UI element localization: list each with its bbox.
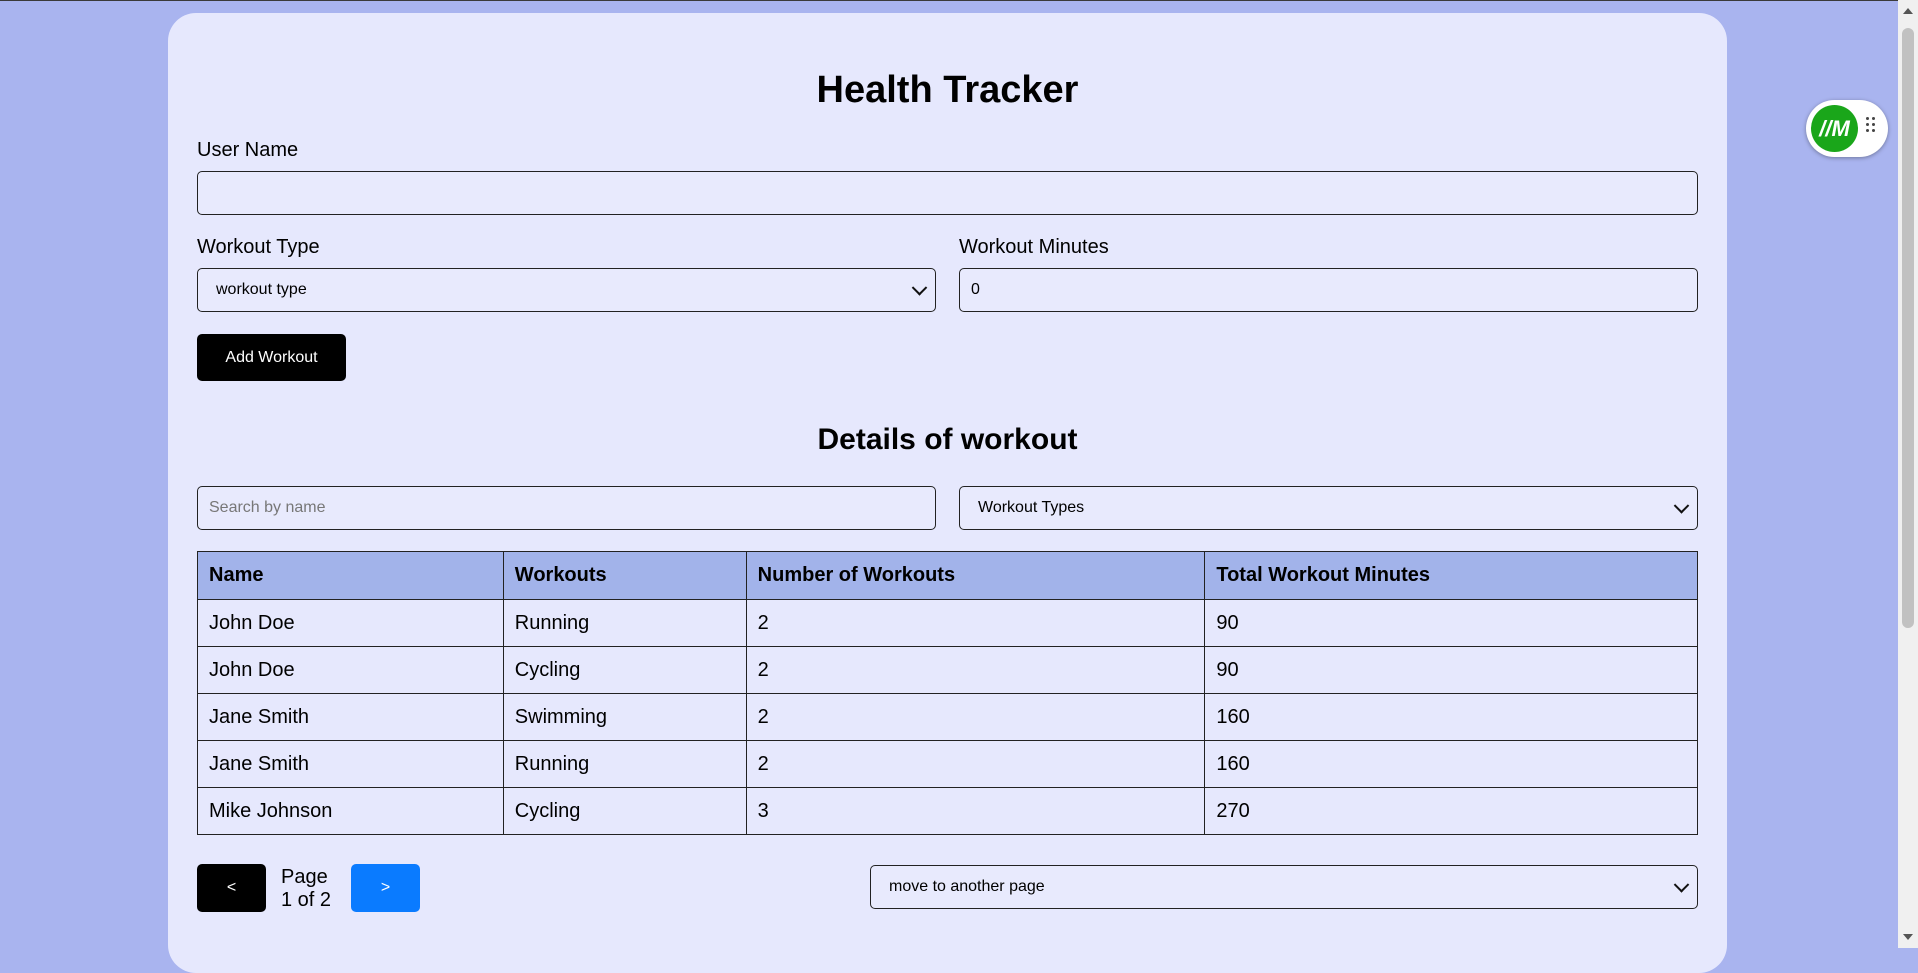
move-to-page-select[interactable]: move to another page: [870, 865, 1698, 909]
cell-workout: Cycling: [502, 646, 747, 694]
scrollbar-thumb[interactable]: [1902, 28, 1914, 628]
chevron-down-icon: [1673, 877, 1690, 893]
cell-count: 2: [745, 646, 1206, 694]
move-to-page-selected: move to another page: [889, 878, 1045, 895]
cell-minutes: 270: [1204, 787, 1698, 835]
search-input[interactable]: Search by name: [197, 486, 936, 530]
browser-top-border: [0, 0, 1918, 1]
cell-name: John Doe: [197, 646, 504, 694]
column-header-workouts: Workouts: [502, 551, 747, 600]
cell-minutes: 90: [1204, 599, 1698, 647]
table-row: Jane Smith Running 2 160: [197, 740, 1698, 788]
cell-count: 2: [745, 693, 1206, 741]
health-tracker-card: Health Tracker User Name Workout Type wo…: [168, 13, 1727, 973]
workout-types-filter-select[interactable]: Workout Types: [959, 486, 1698, 530]
cell-name: Jane Smith: [197, 693, 504, 741]
cell-minutes: 160: [1204, 693, 1698, 741]
cell-count: 3: [745, 787, 1206, 835]
search-placeholder: Search by name: [209, 499, 326, 516]
table-row: John Doe Running 2 90: [197, 599, 1698, 647]
column-header-name: Name: [197, 551, 504, 600]
details-title: Details of workout: [817, 423, 1078, 456]
workout-type-selected: workout type: [216, 281, 307, 298]
cell-name: Mike Johnson: [197, 787, 504, 835]
page-status: 1 of 2: [281, 889, 332, 911]
page-title: Health Tracker: [816, 69, 1079, 111]
cell-name: Jane Smith: [197, 740, 504, 788]
column-header-total-minutes: Total Workout Minutes: [1204, 551, 1698, 600]
workout-minutes-input[interactable]: 0: [959, 268, 1698, 312]
workout-minutes-label: Workout Minutes: [959, 236, 1109, 258]
user-name-label: User Name: [197, 139, 299, 161]
table-row: John Doe Cycling 2 90: [197, 646, 1698, 694]
cell-workout: Running: [502, 599, 747, 647]
page-word: Page: [281, 866, 328, 888]
workout-type-select[interactable]: workout type: [197, 268, 936, 312]
chevron-down-icon: [911, 280, 928, 296]
cell-workout: Cycling: [502, 787, 747, 835]
user-name-input[interactable]: [197, 171, 1698, 215]
chevron-down-icon: [1673, 498, 1690, 514]
cell-minutes: 160: [1204, 740, 1698, 788]
cell-workout: Swimming: [502, 693, 747, 741]
cell-count: 2: [745, 740, 1206, 788]
cell-minutes: 90: [1204, 646, 1698, 694]
workout-type-label: Workout Type: [197, 236, 320, 258]
page-scrollbar[interactable]: [1898, 0, 1918, 948]
next-page-button[interactable]: >: [351, 864, 420, 912]
cell-name: John Doe: [197, 599, 504, 647]
drag-grip-icon[interactable]: [1866, 117, 1878, 139]
table-row: Mike Johnson Cycling 3 270: [197, 787, 1698, 835]
extension-logo-icon[interactable]: //M: [1811, 105, 1858, 152]
previous-page-button[interactable]: <: [197, 864, 266, 912]
scroll-up-arrow-icon[interactable]: [1903, 8, 1913, 14]
table-row: Jane Smith Swimming 2 160: [197, 693, 1698, 741]
extension-widget[interactable]: //M: [1806, 100, 1888, 157]
column-header-number-of-workouts: Number of Workouts: [745, 551, 1206, 600]
cell-workout: Running: [502, 740, 747, 788]
scroll-down-arrow-icon[interactable]: [1903, 934, 1913, 940]
cell-count: 2: [745, 599, 1206, 647]
add-workout-button[interactable]: Add Workout: [197, 334, 346, 381]
page-indicator: Page 1 of 2: [281, 866, 331, 912]
workout-minutes-value: 0: [971, 281, 980, 298]
workout-types-filter-selected: Workout Types: [978, 499, 1085, 516]
table-header-row: Name Workouts Number of Workouts Total W…: [197, 551, 1698, 600]
workout-table: Name Workouts Number of Workouts Total W…: [197, 551, 1698, 835]
